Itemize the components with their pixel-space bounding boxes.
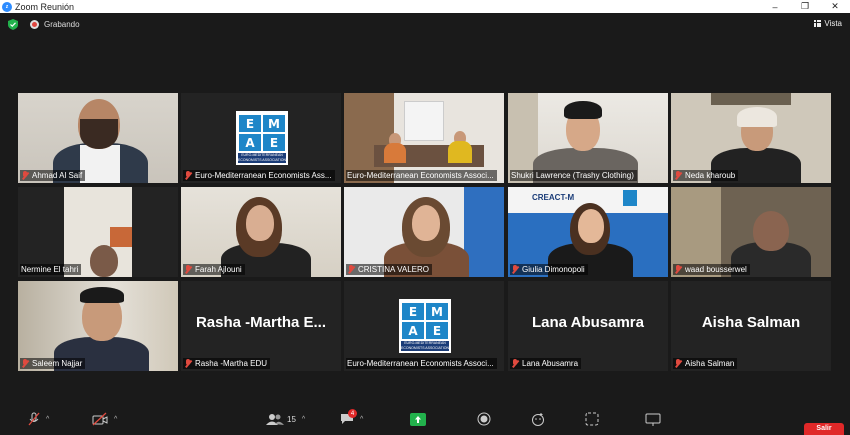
- camera-off-icon: [92, 412, 108, 426]
- participant-name: Euro-Mediterranean Economists Ass...: [183, 170, 335, 181]
- chevron-up-icon[interactable]: ^: [302, 416, 305, 423]
- video-tile[interactable]: Neda kharoub: [671, 93, 831, 183]
- muted-mic-icon: [184, 359, 192, 368]
- muted-mic-icon: [674, 265, 682, 274]
- record-button[interactable]: [477, 412, 491, 426]
- chevron-up-icon[interactable]: ^: [46, 416, 49, 423]
- view-button[interactable]: Vista: [814, 19, 842, 28]
- chevron-up-icon[interactable]: ^: [360, 416, 363, 423]
- recording-icon: [30, 20, 39, 29]
- video-button[interactable]: ^: [92, 412, 117, 426]
- video-tile[interactable]: Farah Ajlouni: [181, 187, 341, 277]
- participant-display-name: Aisha Salman: [701, 314, 801, 331]
- video-tile[interactable]: Nermine El tahri: [18, 187, 178, 277]
- participants-count: 15: [287, 414, 296, 424]
- chat-badge: 4: [348, 409, 357, 418]
- share-screen-icon: [410, 412, 426, 426]
- video-tile[interactable]: CREACT-M Giulia Dimonopoli: [508, 187, 668, 277]
- participants-button[interactable]: 15 ^: [266, 412, 305, 426]
- participant-name: Aisha Salman: [673, 358, 738, 369]
- participant-name: Farah Ajlouni: [183, 264, 245, 275]
- apps-icon: [585, 412, 599, 426]
- emea-logo: EMAE EURO-MEDITERRANEAN ECONOMISTS ASSOC…: [236, 111, 288, 165]
- shield-icon[interactable]: [8, 19, 18, 30]
- video-tile[interactable]: Shukri Lawrence (Trashy Clothing): [508, 93, 668, 183]
- banner-text: CREACT-M: [532, 193, 575, 202]
- participant-name: Rasha -Martha EDU: [183, 358, 271, 369]
- participant-name: Euro-Mediterranean Economists Associ...: [346, 358, 497, 369]
- video-tile[interactable]: CRISTINA VALERO: [344, 187, 504, 277]
- chevron-up-icon[interactable]: ^: [114, 416, 117, 423]
- chat-button[interactable]: 4 ^: [340, 409, 363, 426]
- muted-mic-icon: [347, 265, 355, 274]
- video-tile[interactable]: Aisha Salman Aisha Salman: [671, 281, 831, 371]
- view-label: Vista: [824, 19, 842, 28]
- muted-mic-icon: [21, 359, 29, 368]
- meeting-header: [0, 13, 850, 39]
- muted-mic-icon: [674, 171, 682, 180]
- microphone-off-icon: [28, 412, 40, 426]
- whiteboard-icon: [645, 413, 661, 426]
- participant-name: Ahmad Al Saif: [20, 170, 86, 181]
- mute-button[interactable]: ^: [28, 412, 49, 426]
- muted-mic-icon: [511, 359, 519, 368]
- zoom-logo-icon: z: [2, 1, 12, 12]
- video-tile[interactable]: Lana Abusamra Lana Abusamra: [508, 281, 668, 371]
- participant-display-name: Lana Abusamra: [532, 314, 644, 331]
- participant-name: waad bousserwel: [673, 264, 750, 275]
- video-tile[interactable]: Saleem Najjar: [18, 281, 178, 371]
- active-speaker-tile[interactable]: Euro-Mediterranean Economists Associ...: [344, 93, 504, 183]
- participants-icon: [266, 414, 284, 425]
- video-tile[interactable]: waad bousserwel: [671, 187, 831, 277]
- video-tile[interactable]: EMAE EURO-MEDITERRANEAN ECONOMISTS ASSOC…: [344, 281, 504, 371]
- muted-mic-icon: [511, 265, 519, 274]
- reaction-icon: [532, 413, 544, 426]
- video-tile[interactable]: EMAE EURO-MEDITERRANEAN ECONOMISTS ASSOC…: [181, 93, 341, 183]
- muted-mic-icon: [674, 359, 682, 368]
- apps-button[interactable]: [585, 412, 599, 426]
- video-tile[interactable]: Ahmad Al Saif: [18, 93, 178, 183]
- video-tile[interactable]: Rasha -Martha E... Rasha -Martha EDU: [181, 281, 341, 371]
- emea-logo: EMAE EURO-MEDITERRANEAN ECONOMISTS ASSOC…: [399, 299, 451, 353]
- grid-icon: [814, 20, 822, 27]
- participant-name: Euro-Mediterranean Economists Associ...: [346, 170, 497, 181]
- whiteboard-button[interactable]: [645, 412, 661, 426]
- close-button[interactable]: ✕: [820, 0, 850, 13]
- leave-button[interactable]: Salir: [804, 423, 844, 435]
- muted-mic-icon: [184, 265, 192, 274]
- share-screen-button[interactable]: [410, 412, 426, 426]
- maximize-button[interactable]: ❐: [790, 0, 820, 13]
- participant-name: CRISTINA VALERO: [346, 264, 432, 275]
- participant-name: Giulia Dimonopoli: [510, 264, 588, 275]
- record-icon: [477, 412, 491, 426]
- reactions-button[interactable]: [531, 412, 545, 426]
- participant-display-name: Rasha -Martha E...: [195, 314, 327, 331]
- participant-name: Shukri Lawrence (Trashy Clothing): [510, 170, 637, 181]
- participant-name: Saleem Najjar: [20, 358, 86, 369]
- window-title: Zoom Reunión: [15, 1, 75, 12]
- muted-mic-icon: [21, 171, 29, 180]
- muted-mic-icon: [184, 171, 192, 180]
- participant-name: Lana Abusamra: [510, 358, 582, 369]
- title-bar: z Zoom Reunión – ❐ ✕: [0, 0, 850, 13]
- participant-name: Neda kharoub: [673, 170, 739, 181]
- participant-name: Nermine El tahri: [20, 264, 82, 275]
- minimize-button[interactable]: –: [760, 0, 790, 13]
- recording-label: Grabando: [44, 20, 80, 29]
